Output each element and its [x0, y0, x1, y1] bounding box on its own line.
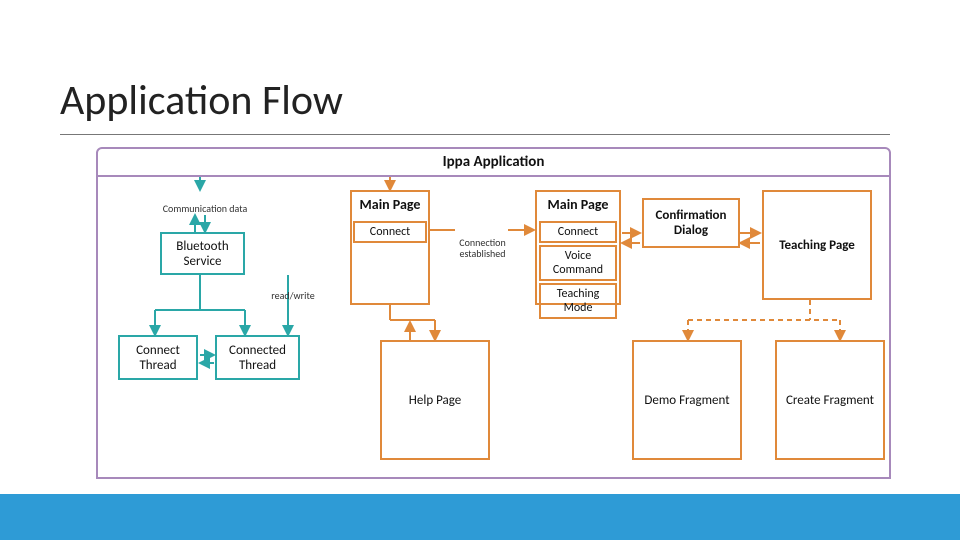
- label-comm-data: Communication data: [160, 203, 250, 214]
- node-teaching-page: Teaching Page: [762, 190, 872, 300]
- app-header: Ippa Application: [96, 147, 891, 177]
- node-connect-thread: Connect Thread: [118, 335, 198, 380]
- node-connected-thread: Connected Thread: [215, 335, 300, 380]
- slide-title: Application Flow: [60, 75, 343, 126]
- node-demo-fragment: Demo Fragment: [632, 340, 742, 460]
- node-main-page-1: Main Page Connect: [350, 190, 430, 305]
- node-create-fragment: Create Fragment: [775, 340, 885, 460]
- node-help-page: Help Page: [380, 340, 490, 460]
- label-conn-est: Connection established: [455, 237, 510, 259]
- main-page-1-title: Main Page: [360, 196, 421, 213]
- main-page-2-title: Main Page: [548, 196, 609, 213]
- node-bluetooth-service: Bluetooth Service: [160, 232, 245, 275]
- bottom-bar: [0, 494, 960, 540]
- main-page-1-connect: Connect: [353, 221, 427, 243]
- title-underline: [60, 134, 890, 135]
- main-page-2-voice: Voice Command: [539, 245, 617, 281]
- main-page-2-connect: Connect: [539, 221, 617, 243]
- node-main-page-2: Main Page Connect Voice Command Teaching…: [535, 190, 621, 305]
- node-confirmation-dialog: Confirmation Dialog: [642, 198, 740, 248]
- label-read-write: read/write: [263, 290, 323, 301]
- main-page-2-teach: Teaching Mode: [539, 283, 617, 319]
